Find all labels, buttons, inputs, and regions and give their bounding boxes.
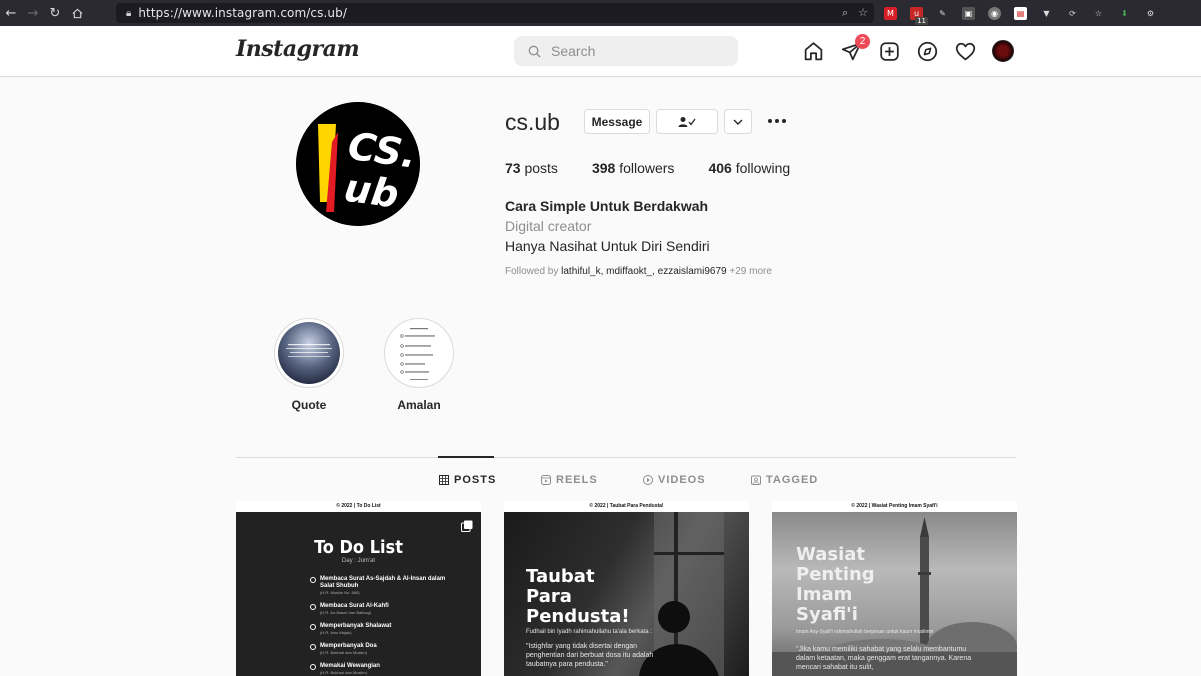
extension-icon[interactable]: ▤ — [1014, 6, 1027, 20]
post-title: Taubat Para Pendusta! — [526, 566, 630, 627]
grid-icon — [439, 475, 449, 485]
new-post-icon[interactable] — [878, 40, 900, 62]
direct-messages-icon[interactable]: 2 — [840, 34, 870, 62]
activity-heart-icon[interactable] — [954, 40, 976, 62]
downloads-icon[interactable]: ⬇ — [1118, 7, 1131, 20]
post-lead-text: Fudhail bin Iyadh rahimahullahu ta'ala b… — [526, 629, 652, 635]
instagram-header: Instagram 2 — [0, 26, 1201, 77]
extension-icon[interactable]: ⚙ — [1144, 7, 1157, 20]
extension-icon[interactable]: ▼ — [1040, 7, 1053, 20]
todo-item: Memakai Wewangian (H.R. Bukhari dan Musli… — [310, 663, 460, 676]
search-input[interactable] — [551, 43, 721, 59]
highlight-label: Amalan — [397, 398, 441, 412]
story-highlight-quote[interactable]: Quote — [254, 318, 364, 412]
highlight-cover-image — [278, 322, 340, 384]
extension-icon[interactable]: ▣ — [962, 6, 975, 20]
chevron-down-icon — [733, 119, 743, 125]
forward-icon[interactable]: → — [22, 0, 44, 26]
following-link[interactable]: 406 following — [708, 160, 790, 176]
home-icon[interactable] — [802, 40, 824, 62]
zoom-icon[interactable]: ⌕ — [842, 6, 848, 20]
highlight-label: Quote — [291, 398, 327, 412]
search-box[interactable] — [514, 36, 738, 66]
following-button[interactable] — [656, 109, 718, 134]
followed-by-more: +29 more — [729, 266, 772, 277]
lock-icon: 🔒︎ — [126, 7, 132, 19]
home-icon[interactable] — [66, 0, 88, 26]
extension-icon[interactable]: u 11 — [910, 6, 928, 25]
followed-by-text[interactable]: Followed by lathiful_k, mdiffaokt_, ezza… — [505, 266, 772, 277]
check-circle-icon — [310, 644, 316, 650]
tab-tagged[interactable]: TAGGED — [751, 474, 818, 486]
post-quote-text: "Jika kamu memiliki sahabat yang selalu … — [796, 646, 972, 671]
followers-link[interactable]: 398 followers — [592, 160, 675, 176]
todo-item: Memperbanyak Doa (H.R. Bukhari dan Muslim… — [310, 643, 460, 656]
check-circle-icon — [310, 624, 316, 630]
profile-category: Digital creator — [505, 218, 592, 234]
followed-by-users: lathiful_k, mdiffaokt_, ezzaislami9679 — [561, 266, 727, 277]
video-icon — [643, 475, 653, 485]
profile-avatar[interactable] — [992, 40, 1014, 62]
back-icon[interactable]: ← — [0, 0, 22, 26]
posts-count: 73 posts — [505, 160, 558, 176]
todo-item: Membaca Surat Al-Kahfi (H.R. An-Nasa'i da… — [310, 603, 460, 616]
message-button[interactable]: Message — [584, 109, 650, 134]
extension-icon[interactable]: M — [884, 6, 897, 20]
post-thumbnail[interactable]: © 2022 | Taubat Para Pendusta! Taubat Par… — [504, 501, 749, 676]
reels-icon — [541, 475, 551, 485]
tab-posts[interactable]: POSTS — [439, 474, 496, 486]
extension-icon[interactable]: ◉ — [988, 6, 1001, 20]
following-user-check-icon — [678, 116, 696, 127]
extension-icon[interactable]: ✎ — [936, 7, 949, 20]
reload-icon[interactable]: ↻ — [44, 0, 66, 26]
explore-compass-icon[interactable] — [916, 40, 938, 62]
story-highlight-amalan[interactable]: Amalan — [364, 318, 474, 412]
todo-item: Memperbanyak Shalawat (H.R. Ibnu Majah) — [310, 623, 460, 636]
post-caption-strip: © 2022 | To Do List — [236, 501, 481, 512]
tab-reels[interactable]: REELS — [541, 474, 598, 486]
tab-videos[interactable]: VIDEOS — [643, 474, 706, 486]
profile-picture[interactable]: CS. ub — [296, 102, 420, 226]
url-text: https://www.instagram.com/cs.ub/ — [138, 6, 347, 20]
post-caption-strip: © 2022 | Wasiat Penting Imam Syafi'i — [772, 501, 1017, 512]
post-title: Wasiat Penting Imam Syafi'i — [796, 544, 875, 625]
carousel-multiple-icon — [461, 520, 473, 532]
check-circle-icon — [310, 577, 316, 583]
tagged-icon — [751, 475, 761, 485]
cs-ub-logo: CS. ub — [296, 102, 420, 226]
bookmark-star-icon[interactable]: ☆ — [858, 6, 868, 20]
post-thumbnail[interactable]: © 2022 | Wasiat Penting Imam Syafi'i Was… — [772, 501, 1017, 676]
highlight-cover-image — [388, 322, 450, 384]
profile-bio: Hanya Nasihat Untuk Diri Sendiri — [505, 238, 710, 254]
browser-toolbar: ← → ↻ 🔒︎ https://www.instagram.com/cs.ub… — [0, 0, 1201, 26]
active-tab-indicator — [438, 456, 494, 458]
more-options-icon[interactable] — [767, 112, 787, 130]
search-icon — [528, 45, 541, 58]
bookmarks-icon[interactable]: ☆ — [1092, 7, 1105, 20]
todo-list: Membaca Surat As-Sajdah & Al-Insan dalam… — [310, 576, 460, 676]
notification-badge: 2 — [855, 34, 870, 49]
post-lead-text: Imam Asy-Syafi'i rahimahullah berpesan u… — [796, 629, 934, 635]
suggested-accounts-button[interactable] — [724, 109, 752, 134]
check-circle-icon — [310, 664, 316, 670]
post-caption-strip: © 2022 | Taubat Para Pendusta! — [504, 501, 749, 512]
extension-badge: 11 — [915, 16, 928, 25]
post-quote-text: "Istighfar yang tidak disertai dengan pe… — [526, 643, 654, 668]
svg-text:ub: ub — [342, 166, 402, 217]
extension-icon[interactable]: ⟳ — [1066, 7, 1079, 20]
check-circle-icon — [310, 604, 316, 610]
address-bar[interactable]: 🔒︎ https://www.instagram.com/cs.ub/ ⌕ ☆ — [116, 3, 874, 23]
profile-stats: 73 posts 398 followers 406 following — [505, 160, 790, 176]
profile-full-name: Cara Simple Untuk Berdakwah — [505, 198, 709, 214]
todo-item: Membaca Surat As-Sajdah & Al-Insan dalam… — [310, 576, 460, 596]
post-thumbnail[interactable]: © 2022 | To Do List To Do List Day : Jum… — [236, 501, 481, 676]
post-subtitle: Day : Jum'at — [341, 558, 376, 564]
tabs-divider — [236, 457, 1016, 458]
instagram-logo[interactable]: Instagram — [236, 36, 360, 62]
profile-username: cs.ub — [505, 109, 560, 135]
post-title: To Do List — [314, 537, 403, 558]
